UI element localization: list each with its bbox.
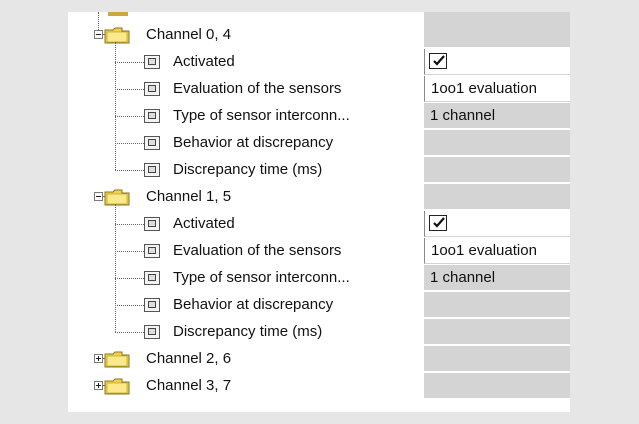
parameter-tree-panel: Channel 0, 4 Activated Evaluation of the s… xyxy=(68,12,570,412)
parameter-row[interactable]: Discrepancy time (ms) xyxy=(68,319,570,346)
parameter-label: Activated xyxy=(173,53,235,70)
parameter-label: Type of sensor interconn... xyxy=(173,269,350,286)
collapse-icon[interactable] xyxy=(94,30,103,39)
parameter-value-cell[interactable]: 1oo1 evaluation xyxy=(424,76,570,102)
parameter-icon xyxy=(144,298,160,312)
activated-value-cell[interactable] xyxy=(424,49,570,75)
channel-label: Channel 2, 6 xyxy=(146,350,232,367)
parameter-label: Evaluation of the sensors xyxy=(173,242,342,259)
parameter-icon xyxy=(144,163,160,177)
parameter-label: Type of sensor interconn... xyxy=(173,107,350,124)
channel-value-cell xyxy=(424,373,570,399)
collapse-icon[interactable] xyxy=(94,192,103,201)
parameter-icon xyxy=(144,325,160,339)
parameter-value: 1oo1 evaluation xyxy=(431,242,537,259)
parameter-icon xyxy=(144,271,160,285)
folder-icon xyxy=(104,188,130,211)
parameter-value: 1 channel xyxy=(430,269,496,286)
parameter-label: Evaluation of the sensors xyxy=(173,80,342,97)
folder-icon xyxy=(104,377,130,400)
parameter-label: Discrepancy time (ms) xyxy=(173,161,323,178)
tree-connector xyxy=(115,204,116,332)
parameter-icon xyxy=(144,82,160,96)
parameter-label: Behavior at discrepancy xyxy=(173,296,334,313)
channel-label: Channel 0, 4 xyxy=(146,26,232,43)
parameter-row[interactable]: Type of sensor interconn... 1 channel xyxy=(68,103,570,130)
tree-root-connector xyxy=(98,12,99,30)
parameter-row[interactable]: Activated xyxy=(68,49,570,76)
parameter-row[interactable]: Activated xyxy=(68,211,570,238)
parameter-row[interactable]: Type of sensor interconn... 1 channel xyxy=(68,265,570,292)
parameter-icon xyxy=(144,109,160,123)
channel-value-cell xyxy=(424,346,570,372)
parameter-label: Discrepancy time (ms) xyxy=(173,323,323,340)
channel-label: Channel 1, 5 xyxy=(146,188,232,205)
activated-checkbox[interactable] xyxy=(429,53,447,69)
folder-icon xyxy=(104,26,130,49)
channel-node[interactable]: Channel 3, 7 xyxy=(68,373,570,400)
activated-checkbox[interactable] xyxy=(429,215,447,231)
parameter-value-cell: 1 channel xyxy=(424,103,570,129)
parameter-value-cell xyxy=(424,319,570,345)
folder-fragment-icon xyxy=(108,12,128,16)
parameter-icon xyxy=(144,244,160,258)
activated-value-cell[interactable] xyxy=(424,211,570,237)
parameter-value-cell xyxy=(424,130,570,156)
channel-node[interactable]: Channel 2, 6 xyxy=(68,346,570,373)
parameter-value: 1oo1 evaluation xyxy=(431,80,537,97)
parameter-icon xyxy=(144,217,160,231)
channel-node[interactable]: Channel 0, 4 xyxy=(68,22,570,49)
channel-node[interactable]: Channel 1, 5 xyxy=(68,184,570,211)
expand-icon[interactable] xyxy=(94,354,103,363)
tree-connector xyxy=(115,42,116,170)
channel-value-cell xyxy=(424,22,570,48)
parameter-value-cell xyxy=(424,292,570,318)
parameter-value-cell xyxy=(424,157,570,183)
parameter-row[interactable]: Discrepancy time (ms) xyxy=(68,157,570,184)
parameter-value-cell[interactable]: 1oo1 evaluation xyxy=(424,238,570,264)
parameter-row[interactable]: Behavior at discrepancy xyxy=(68,130,570,157)
parameter-icon xyxy=(144,136,160,150)
parameter-row[interactable]: Evaluation of the sensors 1oo1 evaluation xyxy=(68,238,570,265)
parameter-icon xyxy=(144,55,160,69)
parameter-value: 1 channel xyxy=(430,107,496,124)
parameter-label: Activated xyxy=(173,215,235,232)
parameter-value-cell: 1 channel xyxy=(424,265,570,291)
channel-value-cell xyxy=(424,184,570,210)
parameter-row[interactable]: Behavior at discrepancy xyxy=(68,292,570,319)
expand-icon[interactable] xyxy=(94,381,103,390)
folder-icon xyxy=(104,350,130,373)
parameter-label: Behavior at discrepancy xyxy=(173,134,334,151)
parameter-row[interactable]: Evaluation of the sensors 1oo1 evaluation xyxy=(68,76,570,103)
channel-label: Channel 3, 7 xyxy=(146,377,232,394)
